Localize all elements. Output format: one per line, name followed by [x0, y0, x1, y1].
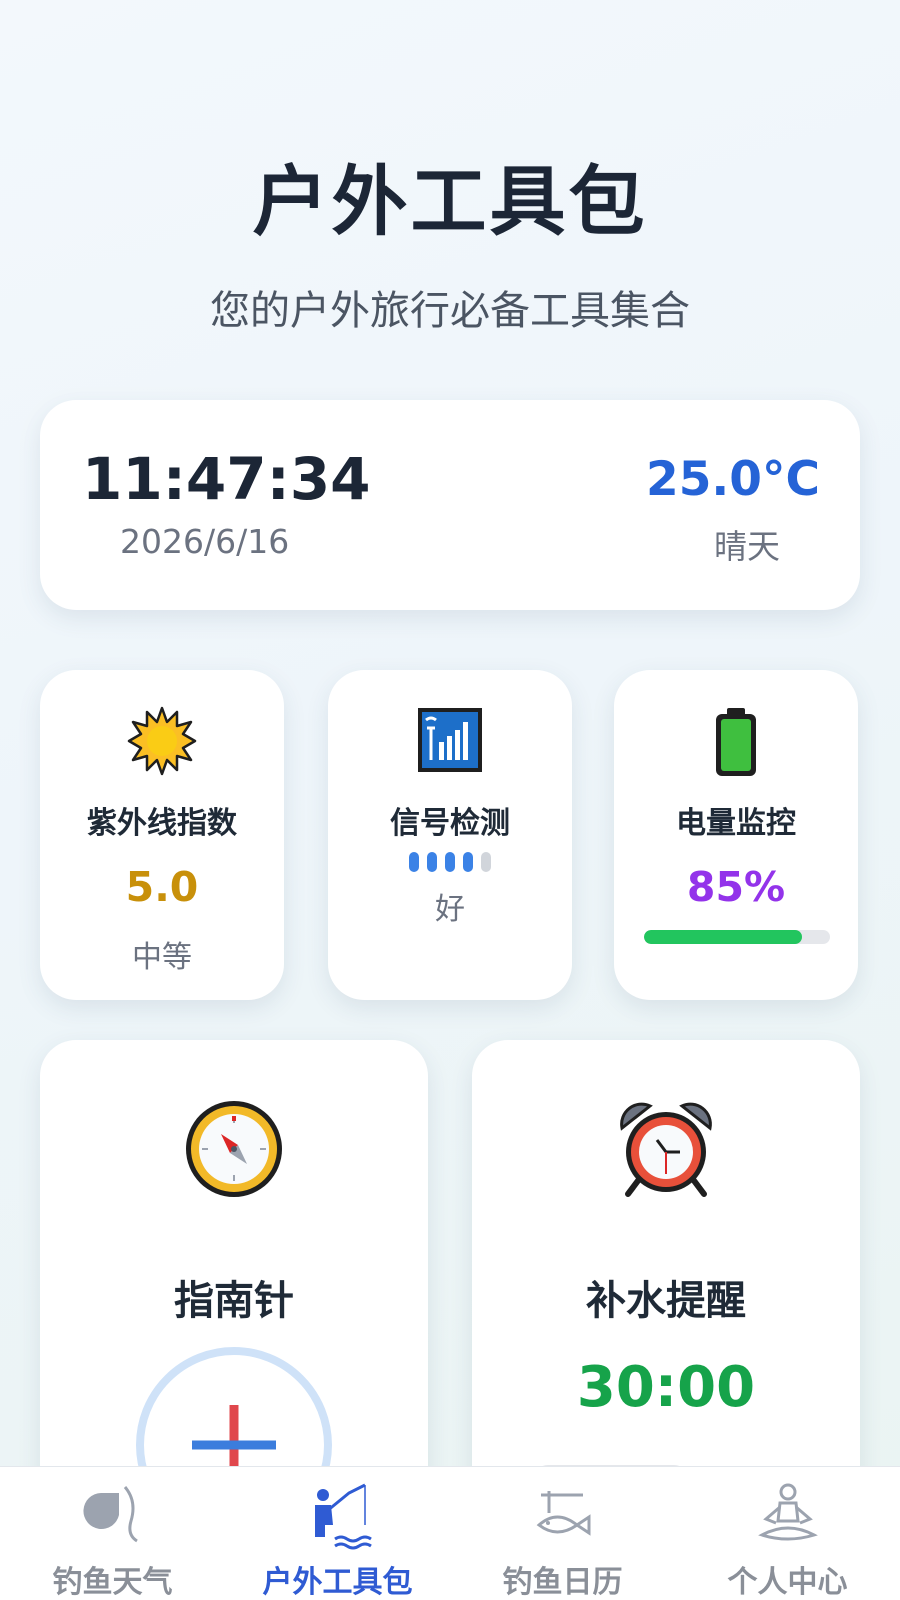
- uv-title: 紫外线指数: [87, 806, 237, 841]
- signal-dot: [481, 852, 491, 872]
- sun-icon: [127, 706, 197, 780]
- hydration-timer: 30:00: [576, 1355, 756, 1420]
- meditation-person-icon: [756, 1481, 820, 1549]
- battery-icon: [712, 706, 760, 782]
- uv-level: 中等: [132, 940, 192, 975]
- signal-card[interactable]: 信号检测 好: [328, 670, 572, 1000]
- tab-label: 户外工具包: [262, 1565, 413, 1600]
- fish-calendar-icon: [531, 1481, 595, 1549]
- tab-fishing-calendar[interactable]: 钓鱼日历: [450, 1467, 675, 1600]
- battery-card[interactable]: 电量监控 85%: [614, 670, 858, 1000]
- outdoor-toolkit-page: 户外工具包 您的户外旅行必备工具集合 11:47:34 2026/6/16 25…: [0, 0, 900, 1600]
- signal-dot: [427, 852, 437, 872]
- page-title: 户外工具包: [252, 157, 648, 246]
- tab-label: 钓鱼天气: [52, 1565, 173, 1600]
- tab-label: 个人中心: [727, 1565, 848, 1600]
- bottom-tab-bar: 钓鱼天气 户外工具包 钓鱼日历 个人中心: [0, 1466, 900, 1600]
- fishing-weather-icon: [81, 1481, 145, 1549]
- battery-level-fill: [644, 930, 803, 944]
- current-date: 2026/6/16: [120, 522, 290, 561]
- page-subtitle: 您的户外旅行必备工具集合: [210, 288, 690, 334]
- signal-bars-icon: [416, 706, 484, 778]
- time-weather-card: 11:47:34 2026/6/16 25.0°C 晴天: [40, 400, 860, 610]
- tab-fishing-weather[interactable]: 钓鱼天气: [0, 1467, 225, 1600]
- tab-outdoor-toolkit[interactable]: 户外工具包: [225, 1467, 450, 1600]
- battery-title: 电量监控: [676, 806, 796, 841]
- page-header: 户外工具包 您的户外旅行必备工具集合: [0, 140, 900, 336]
- signal-title: 信号检测: [390, 806, 510, 841]
- signal-quality: 好: [435, 892, 465, 927]
- tab-label: 钓鱼日历: [502, 1565, 623, 1600]
- weather-condition: 晴天: [714, 527, 780, 566]
- tab-profile[interactable]: 个人中心: [675, 1467, 900, 1600]
- uv-index-card[interactable]: 紫外线指数 5.0 中等: [40, 670, 284, 1000]
- signal-dot: [445, 852, 455, 872]
- compass-title: 指南针: [174, 1278, 294, 1324]
- hydration-title: 补水提醒: [586, 1278, 746, 1324]
- compass-icon: [183, 1098, 285, 1204]
- battery-value: 85%: [686, 863, 786, 911]
- alarm-clock-icon: [614, 1098, 718, 1202]
- signal-strength-indicator: [409, 852, 491, 872]
- signal-dot: [463, 852, 473, 872]
- uv-value: 5.0: [125, 863, 199, 911]
- signal-dot: [409, 852, 419, 872]
- current-time: 11:47:34: [82, 445, 371, 513]
- temperature: 25.0°C: [646, 452, 820, 507]
- angler-icon: [303, 1481, 373, 1555]
- battery-level-bar: [644, 930, 830, 944]
